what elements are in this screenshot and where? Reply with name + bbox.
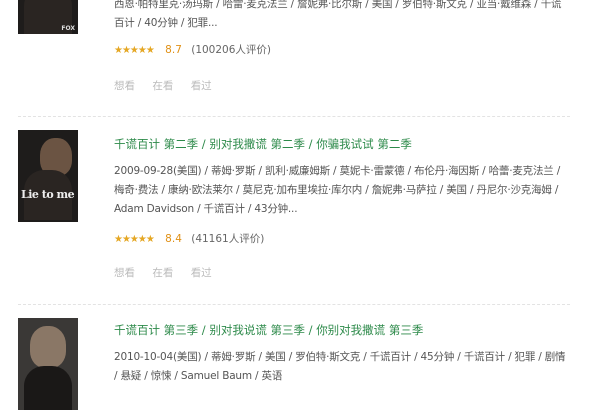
- alt-title-link[interactable]: 别对我撒谎 第二季: [209, 137, 305, 151]
- title-link[interactable]: 千谎百计 第二季: [114, 137, 198, 151]
- watched-link[interactable]: 看过: [191, 80, 212, 92]
- item-meta-2: 2009-09-28(美国) / 蒂姆·罗斯 / 凯利·威廉姆斯 / 莫妮卡·雷…: [114, 165, 561, 215]
- divider: [18, 304, 570, 305]
- rating-score-1: 8.7: [165, 44, 182, 56]
- rating-row-1: ★★★★★ 8.7 (100206人评价): [114, 42, 271, 57]
- action-links-2: 想看 在看 看过: [114, 265, 226, 280]
- poster-suit-shape: [24, 366, 72, 410]
- action-links-1: 想看 在看 看过: [114, 78, 226, 93]
- rating-votes-1: (100206人评价): [191, 44, 271, 56]
- rating-stars-1: ★★★★★: [114, 45, 155, 56]
- item-title-3: 千谎百计 第三季 / 别对我说谎 第三季 / 你别对我撒谎 第三季: [114, 323, 424, 337]
- divider: [18, 116, 570, 117]
- poster-image-2[interactable]: Lie to me: [18, 130, 78, 222]
- rating-stars-2: ★★★★★: [114, 234, 155, 245]
- poster-image-3[interactable]: [18, 318, 78, 410]
- alt-title-link[interactable]: 你别对我撒谎 第三季: [316, 323, 423, 337]
- rating-votes-2: (41161人评价): [191, 233, 265, 245]
- want-to-watch-link[interactable]: 想看: [114, 267, 135, 279]
- alt-title-link[interactable]: 别对我说谎 第三季: [209, 323, 305, 337]
- poster-title-2: Lie to me: [21, 188, 75, 201]
- want-to-watch-link[interactable]: 想看: [114, 80, 135, 92]
- poster-face-icon: [30, 326, 66, 368]
- watching-link[interactable]: 在看: [152, 80, 173, 92]
- title-link[interactable]: 千谎百计 第三季: [114, 323, 198, 337]
- poster-image-1[interactable]: FOX: [18, 0, 78, 34]
- rating-row-2: ★★★★★ 8.4 (41161人评价): [114, 231, 264, 246]
- watched-link[interactable]: 看过: [191, 267, 212, 279]
- item-meta-1: 西恩·帕特里克·汤玛斯 / 哈雷·麦克法兰 / 詹妮弗·比尔斯 / 美国 / 罗…: [114, 0, 562, 29]
- item-meta-3: 2010-10-04(美国) / 蒂姆·罗斯 / 美国 / 罗伯特·斯文克 / …: [114, 351, 566, 382]
- poster-logo-1: FOX: [61, 25, 75, 32]
- rating-score-2: 8.4: [165, 233, 182, 245]
- item-title-2: 千谎百计 第二季 / 别对我撒谎 第二季 / 你骗我试试 第二季: [114, 137, 412, 151]
- watching-link[interactable]: 在看: [152, 267, 173, 279]
- alt-title-link[interactable]: 你骗我试试 第二季: [316, 137, 412, 151]
